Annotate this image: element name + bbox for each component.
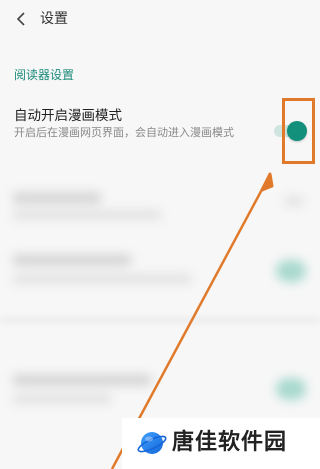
top-bar: 设置 (0, 0, 320, 38)
planet-logo-icon (137, 432, 167, 454)
section-divider (0, 316, 320, 324)
highlight-annotation-box (282, 98, 315, 164)
blurred-setting-row (0, 366, 320, 414)
watermark: 唐佳软件园 (122, 418, 320, 469)
section-header: 阅读器设置 (14, 68, 75, 82)
blurred-setting-row (0, 186, 320, 226)
watermark-text: 唐佳软件园 (172, 430, 288, 455)
chevron-left-icon[interactable] (14, 11, 28, 27)
blurred-setting-row (0, 248, 320, 296)
page-title: 设置 (40, 11, 68, 27)
setting-description: 开启后在漫画网页界面，会自动进入漫画模式 (14, 126, 234, 139)
setting-title: 自动开启漫画模式 (14, 108, 122, 124)
